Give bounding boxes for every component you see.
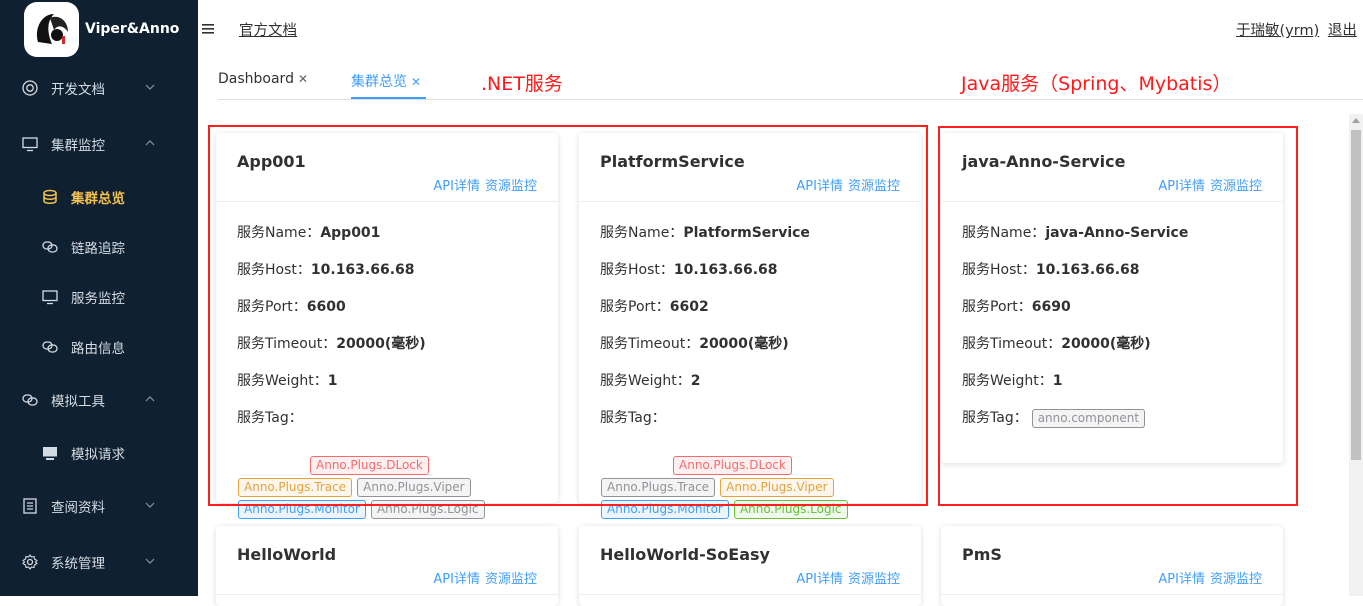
close-icon[interactable]: ✕ [298,72,308,86]
cluster-icon [43,189,57,204]
api-detail-link[interactable]: API详情 [433,572,480,587]
sidebar: Viper&Anno 开发文档 集群监控 集群总览 链路追踪 服务监控 路由信息… [0,0,198,596]
service-title: HelloWorld [237,545,337,564]
tab-cluster-overview[interactable]: 集群总览 ✕ [351,71,421,91]
card-header: HelloWorld API详情 资源监控 [216,526,558,595]
sidebar-item-label: 系统管理 [51,556,105,572]
sidebar-item-sim-tools[interactable]: 模拟工具 [0,380,198,420]
sidebar-item-label: 模拟工具 [51,394,105,410]
card-header: PmS API详情 资源监控 [941,526,1283,595]
chevron-down-icon [145,502,155,508]
close-icon[interactable]: ✕ [411,75,421,89]
java-services-highlight [938,126,1298,506]
gear-icon [22,554,38,570]
resource-monitor-link[interactable]: 资源监控 [485,572,537,587]
monitor-icon [42,290,58,305]
service-card: HelloWorld API详情 资源监控 [216,526,558,606]
sidebar-item-cluster-overview[interactable]: 集群总览 [0,177,198,217]
logout-link[interactable]: 退出 [1328,23,1357,39]
api-detail-link[interactable]: API详情 [1158,572,1205,587]
sidebar-item-trace[interactable]: 链路追踪 [0,227,198,267]
monitor-icon [22,137,38,152]
sidebar-item-sim-request[interactable]: 模拟请求 [0,433,198,473]
net-services-annotation: .NET服务 [481,73,563,95]
sidebar-item-cluster-monitor[interactable]: 集群监控 [0,124,198,164]
service-title: HelloWorld-SoEasy [600,545,770,564]
scrollbar-thumb[interactable] [1351,130,1361,460]
link-icon [22,394,38,406]
app-logo-area[interactable]: Viper&Anno [0,0,198,58]
vertical-scrollbar[interactable] [1349,114,1363,596]
resource-monitor-link[interactable]: 资源监控 [848,572,900,587]
card-links: API详情 资源监控 [791,568,900,587]
sidebar-item-dev-docs[interactable]: 开发文档 [0,68,198,108]
sidebar-item-label: 集群监控 [51,138,105,154]
card-links: API详情 资源监控 [428,568,537,587]
sidebar-item-route-info[interactable]: 路由信息 [0,327,198,367]
link-icon [42,341,58,353]
tab-dashboard[interactable]: Dashboard ✕ [218,71,308,87]
sidebar-item-label: 模拟请求 [71,447,125,463]
user-area: 于瑞敏(yrm) 退出 [1236,19,1357,40]
service-card: HelloWorld-SoEasy API详情 资源监控 [579,526,921,606]
sidebar-item-label: 开发文档 [51,82,105,98]
tab-label: Dashboard [218,71,294,87]
tab-label: 集群总览 [351,74,407,90]
card-links: API详情 资源监控 [1153,568,1262,587]
sidebar-item-label: 集群总览 [71,191,125,207]
service-card: PmS API详情 资源监控 [941,526,1283,606]
java-services-annotation: Java服务（Spring、Mybatis） [961,73,1232,95]
chevron-up-icon [145,396,155,402]
monitor-solid-icon [43,447,57,460]
official-docs-link[interactable]: 官方文档 [239,19,297,40]
api-detail-link[interactable]: API详情 [796,572,843,587]
chevron-down-icon [145,558,155,564]
sidebar-item-label: 服务监控 [71,291,125,307]
card-header: HelloWorld-SoEasy API详情 资源监控 [579,526,921,595]
net-services-highlight [208,125,928,506]
user-name-link[interactable]: 于瑞敏(yrm) [1236,23,1319,39]
sidebar-item-service-monitor[interactable]: 服务监控 [0,277,198,317]
chevron-up-icon [145,140,155,146]
link-icon [42,241,58,253]
sidebar-item-references[interactable]: 查阅资料 [0,486,198,526]
sidebar-item-label: 链路追踪 [71,241,125,257]
chevron-down-icon [145,84,155,90]
top-bar: 官方文档 于瑞敏(yrm) 退出 [198,0,1363,58]
sidebar-item-label: 查阅资料 [51,500,105,516]
active-tab-indicator [351,97,426,99]
scroll-up-arrow-icon[interactable] [1352,118,1360,123]
app-name: Viper&Anno [85,21,180,37]
document-icon [23,498,37,514]
sidebar-item-system-admin[interactable]: 系统管理 [0,542,198,582]
app-logo [24,1,79,57]
target-icon [22,80,38,96]
service-title: PmS [962,545,1002,564]
sidebar-item-label: 路由信息 [71,341,125,357]
resource-monitor-link[interactable]: 资源监控 [1210,572,1262,587]
hamburger-icon[interactable] [202,24,214,34]
